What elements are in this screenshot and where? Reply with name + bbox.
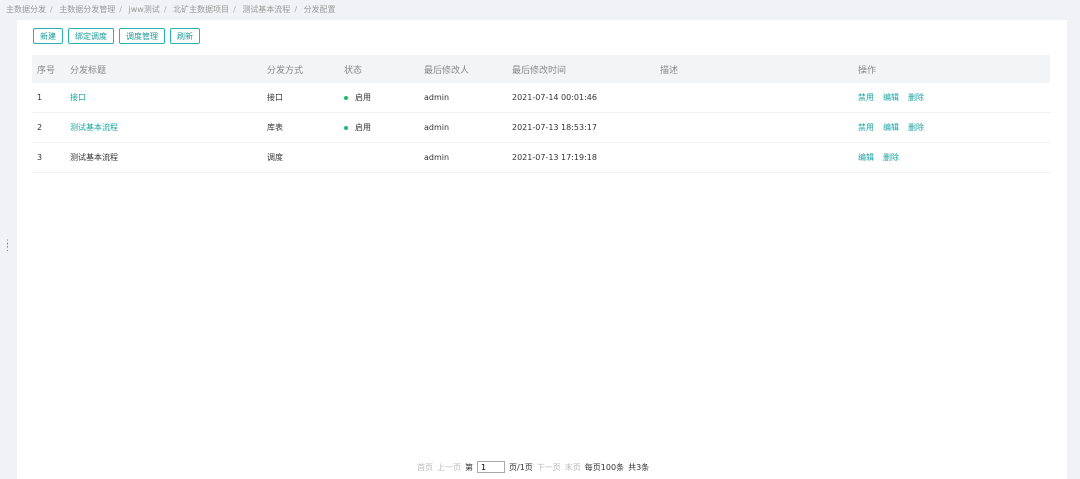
cell-modifier: admin: [424, 153, 450, 162]
header-index: 序号: [37, 65, 56, 76]
last-page-link[interactable]: 末页: [565, 462, 581, 473]
status-dot-icon: [344, 95, 348, 100]
row-actions: 编辑 删除: [858, 152, 1038, 163]
cell-modifier: admin: [424, 123, 450, 132]
cell-title: 测试基本流程: [70, 153, 118, 162]
header-desc: 描述: [660, 65, 679, 76]
page-suffix: 页/1页: [509, 462, 533, 472]
table-row: 3 测试基本流程 调度 admin 2021-07-13 17:19:18 编辑…: [32, 143, 1050, 173]
cell-method: 调度: [267, 153, 283, 162]
page-number-input[interactable]: [477, 461, 505, 473]
breadcrumb-item[interactable]: 测试基本流程: [242, 5, 290, 14]
table-row: 2 测试基本流程 库表 启用 admin 2021-07-13 18:53:17…: [32, 113, 1050, 143]
next-page-link[interactable]: 下一页: [537, 462, 561, 473]
cell-method: 库表: [267, 123, 283, 132]
toolbar: 新建 绑定调度 调度管理 刷新: [33, 28, 200, 44]
disable-button[interactable]: 禁用: [858, 122, 874, 133]
delete-button[interactable]: 删除: [883, 152, 899, 163]
disable-button[interactable]: 禁用: [858, 92, 874, 103]
cell-index: 2: [37, 123, 43, 132]
title-link[interactable]: 接口: [70, 93, 86, 102]
prev-page-link[interactable]: 上一页: [437, 462, 461, 473]
bind-schedule-button[interactable]: 绑定调度: [68, 28, 114, 44]
first-page-link[interactable]: 首页: [417, 462, 433, 473]
cell-time: 2021-07-14 00:01:46: [512, 93, 597, 102]
status-text: 启用: [355, 93, 371, 102]
cell-index: 3: [37, 153, 43, 162]
new-button[interactable]: 新建: [33, 28, 63, 44]
header-ops: 操作: [858, 65, 877, 76]
breadcrumb: 主数据分发 / 主数据分发管理 / jww测试 / 北矿主数据项目 / 测试基本流程 / …: [6, 5, 336, 14]
header-status: 状态: [344, 65, 363, 76]
pagination: 首页 上一页 第 页/1页 下一页 末页 每页100条 共3条: [417, 460, 649, 474]
main-panel: 新建 绑定调度 调度管理 刷新 序号 分发标题 分发方式 状态 最后修改人 最后…: [17, 20, 1067, 479]
edit-button[interactable]: 编辑: [858, 152, 874, 163]
edit-button[interactable]: 编辑: [883, 122, 899, 133]
refresh-button[interactable]: 刷新: [170, 28, 200, 44]
status-dot-icon: [344, 125, 348, 130]
cell-time: 2021-07-13 18:53:17: [512, 123, 597, 132]
breadcrumb-item[interactable]: 主数据分发: [6, 5, 46, 14]
breadcrumb-item[interactable]: 主数据分发管理: [59, 5, 115, 14]
delete-button[interactable]: 删除: [908, 122, 924, 133]
table-header: 序号 分发标题 分发方式 状态 最后修改人 最后修改时间 描述 操作: [32, 55, 1050, 83]
cell-method: 接口: [267, 93, 283, 102]
total-count-text: 共3条: [628, 462, 650, 472]
status-text: 启用: [355, 123, 371, 132]
breadcrumb-item-current: 分发配置: [303, 5, 336, 14]
delete-button[interactable]: 删除: [908, 92, 924, 103]
row-actions: 禁用 编辑 删除: [858, 122, 1038, 133]
status-badge: 启用: [344, 92, 424, 103]
sidebar-drag-handle[interactable]: ⋮ ⋮: [3, 240, 12, 253]
header-title: 分发标题: [70, 65, 107, 76]
header-method: 分发方式: [267, 65, 304, 76]
title-link[interactable]: 测试基本流程: [70, 123, 118, 132]
breadcrumb-item[interactable]: jww测试: [129, 5, 160, 14]
breadcrumb-item[interactable]: 北矿主数据项目: [173, 5, 229, 14]
table-row: 1 接口 接口 启用 admin 2021-07-14 00:01:46 禁用 …: [32, 83, 1050, 113]
row-actions: 禁用 编辑 删除: [858, 92, 1038, 103]
header-modifier: 最后修改人: [424, 65, 470, 76]
status-badge: 启用: [344, 122, 424, 133]
page-prefix: 第: [465, 462, 473, 472]
cell-index: 1: [37, 93, 43, 102]
page-size-text: 每页100条: [584, 462, 625, 472]
header-time: 最后修改时间: [512, 65, 567, 76]
cell-modifier: admin: [424, 93, 450, 102]
cell-time: 2021-07-13 17:19:18: [512, 153, 597, 162]
edit-button[interactable]: 编辑: [883, 92, 899, 103]
distribution-table: 序号 分发标题 分发方式 状态 最后修改人 最后修改时间 描述 操作 1 接口 …: [32, 55, 1050, 173]
schedule-manage-button[interactable]: 调度管理: [119, 28, 165, 44]
